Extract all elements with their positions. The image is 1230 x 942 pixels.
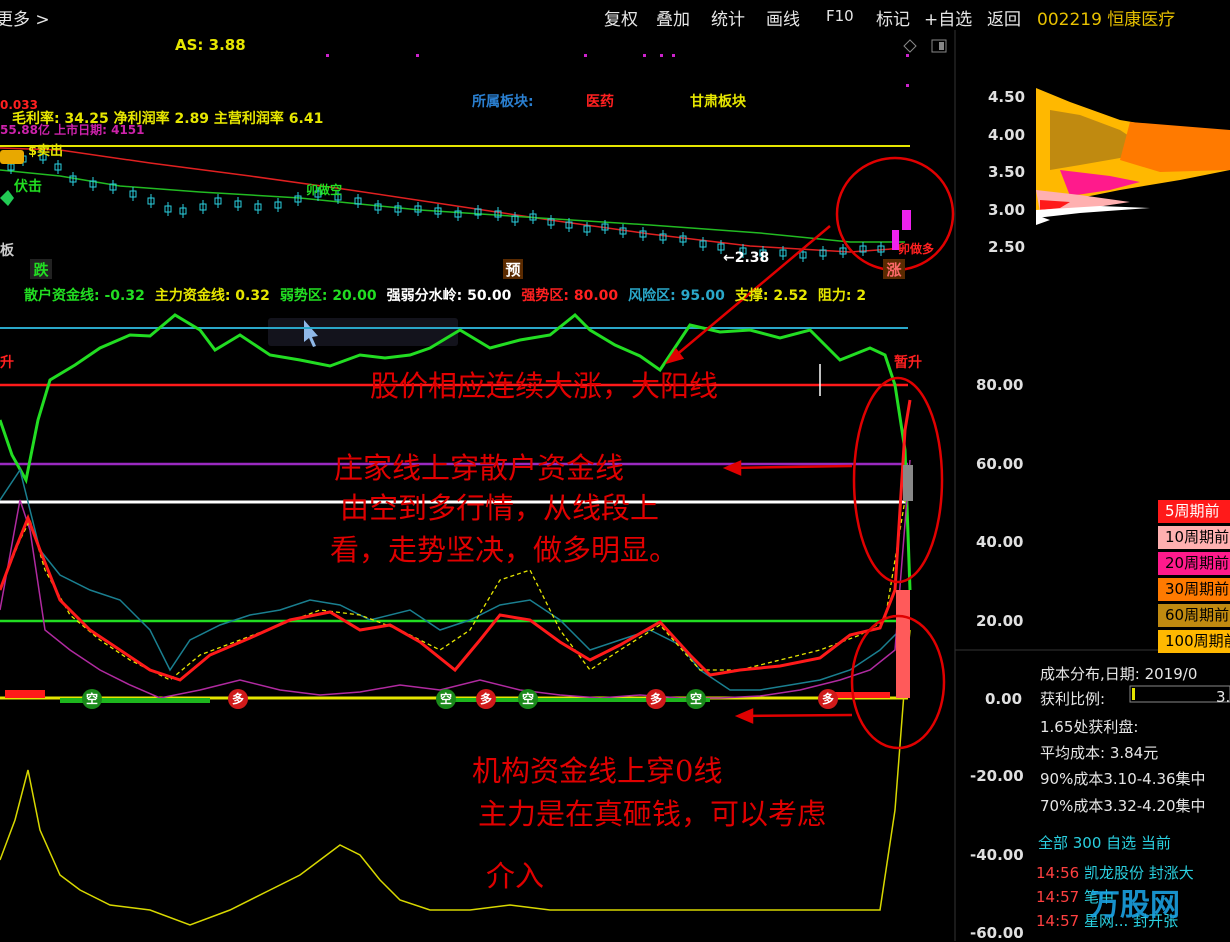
watermark-logo: 万股网: [1090, 888, 1180, 923]
more-menu[interactable]: 更多 >: [0, 5, 50, 30]
annotation-big-rise: 股价相应连续大涨，大阳线: [370, 369, 719, 403]
indicator-tick: -20.00: [970, 767, 1024, 785]
toolbar-biaoji[interactable]: 标记: [876, 5, 910, 30]
annotation-main-force: 主力是在真砸钱，可以考虑: [478, 797, 827, 831]
indicator-tick: -60.00: [970, 924, 1024, 942]
right-rise-tag: 暂升: [894, 355, 922, 371]
toolbar-back[interactable]: 返回: [987, 5, 1021, 30]
tag-zhang: 涨: [883, 259, 905, 279]
indicator-tick: 60.00: [976, 455, 1024, 473]
profit-at: 1.65处获利盘:: [1040, 718, 1139, 736]
indicator-tick: 20.00: [976, 612, 1024, 630]
market-cap: 55.88亿 上市日期: 4151: [0, 123, 145, 137]
indicator-header-item: 风险区: 95.00: [628, 288, 725, 304]
cost-legend-item: 5周期前: [1158, 500, 1230, 523]
toolbar-f10[interactable]: F10: [826, 7, 854, 25]
cost-legend-item: 30周期前: [1158, 578, 1230, 601]
kong-badge: 空: [82, 689, 102, 709]
indicator-tick: -40.00: [970, 846, 1024, 864]
price-tick: 3.50: [988, 163, 1026, 181]
low-price: ←2.38: [723, 250, 770, 266]
annotation-zero-cross: 机构资金线上穿0线: [472, 754, 723, 788]
diamond-icon[interactable]: [903, 39, 917, 53]
annotation-trend: 由空到多行情，从线段上: [340, 491, 660, 525]
kong-badge: 空: [518, 689, 538, 709]
cost-legend-item: 100周期前: [1158, 630, 1230, 653]
long-marker: 卯做多: [898, 242, 935, 256]
indicator-tick: 40.00: [976, 533, 1024, 551]
profit-ratio-value: 3.: [1216, 688, 1230, 706]
sell-marker: $卖出: [28, 144, 64, 159]
row-time: 14:56: [1036, 864, 1080, 882]
indicator-header-item: 阻力: 2: [817, 288, 867, 304]
indicator-header-item: 强势区: 80.00: [521, 288, 619, 304]
tag-ban: 板: [0, 243, 14, 259]
row-time: 14:57: [1036, 888, 1080, 906]
price-tick: 2.50: [988, 238, 1026, 256]
toolbar-huaxian[interactable]: 画线: [766, 5, 800, 30]
left-red-value: 0.033: [0, 98, 38, 112]
list-tabs[interactable]: 全部 300 自选 当前: [1038, 832, 1171, 853]
annotation-bullish: 看，走势坚决，做多明显。: [330, 533, 679, 567]
indicator-header-item: 弱势区: 20.00: [279, 288, 377, 304]
sector-label: 所属板块:: [472, 94, 534, 110]
toolbar-add-favorite[interactable]: +自选: [924, 5, 972, 30]
toolbar-diejia[interactable]: 叠加: [656, 5, 690, 30]
indicator-tick: 80.00: [976, 376, 1024, 394]
price-tick: 4.50: [988, 88, 1026, 106]
price-tick: 4.00: [988, 126, 1026, 144]
indicator-header-item: 散户资金线: -0.32: [24, 288, 145, 304]
indicator-tick: 0.00: [985, 690, 1023, 708]
cost-legend-item: 10周期前: [1158, 526, 1230, 549]
tag-yu: 预: [503, 259, 523, 279]
avg-cost: 平均成本: 3.84元: [1040, 744, 1159, 762]
sector-2[interactable]: 甘肃板块: [690, 91, 746, 111]
indicator-header-item: 支撑: 2.52: [734, 288, 808, 304]
left-rise-tag: 升: [0, 355, 14, 371]
price-tick: 3.00: [988, 201, 1026, 219]
profit-ratio-label: 获利比例:: [1040, 690, 1106, 708]
cost-legend-item: 20周期前: [1158, 552, 1230, 575]
toolbar-fuquan[interactable]: 复权: [604, 5, 638, 30]
indicator-header-item: 主力资金线: 0.32: [154, 288, 270, 304]
stock-title: 002219 恒康医疗: [1037, 10, 1176, 30]
duo-badge: 多: [228, 689, 248, 709]
indicator-header-item: 强弱分水岭: 50.00: [386, 288, 512, 304]
ambush-marker: 伏击: [14, 179, 42, 195]
tag-die: 跌: [30, 259, 52, 279]
annotation-enter: 介入: [486, 859, 545, 893]
as-value: AS: 3.88: [175, 36, 246, 54]
cost-90: 90%成本3.10-4.36集中: [1040, 770, 1206, 788]
sector-1[interactable]: 医药: [586, 91, 614, 111]
top-toolbar: 更多 > 复权 叠加 统计 画线 F10 标记 +自选 返回 002219 恒康…: [0, 0, 1230, 30]
annotation-cross-up: 庄家线上穿散户资金线: [334, 451, 625, 485]
kong-badge: 空: [436, 689, 456, 709]
row-time: 14:57: [1036, 912, 1080, 930]
short-marker: 卯做空: [306, 183, 343, 197]
cost-70: 70%成本3.32-4.20集中: [1040, 797, 1206, 815]
duo-badge: 多: [646, 689, 666, 709]
indicator-header: 散户资金线: -0.32 主力资金线: 0.32 弱势区: 20.00 强弱分水岭: …: [24, 285, 876, 305]
cost-date: 成本分布,日期: 2019/0: [1040, 665, 1198, 683]
duo-badge: 多: [476, 689, 496, 709]
kong-badge: 空: [686, 689, 706, 709]
cost-legend-item: 60周期前: [1158, 604, 1230, 627]
duo-badge: 多: [818, 689, 838, 709]
toolbar-tongji[interactable]: 统计: [711, 5, 745, 30]
